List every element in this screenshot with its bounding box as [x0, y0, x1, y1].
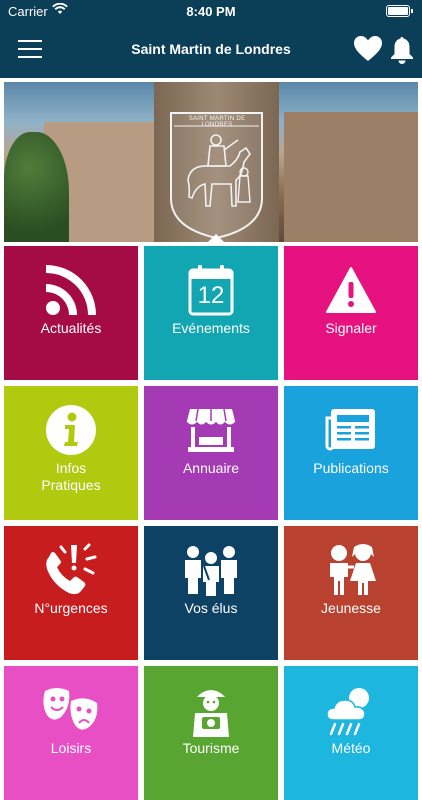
calendar-date-number: 12 [197, 282, 225, 309]
tile-label: Météo [331, 740, 371, 756]
tourist-icon [144, 682, 278, 738]
tile-label: Signaler [325, 320, 377, 336]
battery-icon [386, 5, 413, 17]
kids-icon [284, 542, 418, 598]
tile-vos-elus[interactable]: Vos élus [144, 526, 278, 660]
hero-building [284, 112, 418, 242]
tile-label: Evénements [172, 320, 250, 336]
tile-evenements[interactable]: 12 Evénements [144, 246, 278, 380]
phone-alert-icon [4, 542, 138, 598]
clock: 8:40 PM [186, 4, 236, 19]
warning-icon [284, 262, 418, 318]
tile-label: Infos Pratiques [41, 460, 101, 493]
banner-notch [208, 234, 224, 242]
tile-actualites[interactable]: Actualités [4, 246, 138, 380]
tile-urgences[interactable]: N°urgences [4, 526, 138, 660]
favorites-heart-icon[interactable] [354, 36, 382, 67]
hero-banner: SAINT MARTIN DE LONDRES [4, 82, 418, 242]
tile-tourisme[interactable]: Tourisme [144, 666, 278, 800]
tile-meteo[interactable]: Météo [284, 666, 418, 800]
tile-label: Actualités [40, 320, 102, 336]
theater-masks-icon [4, 682, 138, 738]
tile-infos-pratiques[interactable]: Infos Pratiques [4, 386, 138, 520]
notifications-bell-icon[interactable] [390, 36, 414, 69]
rss-icon [4, 262, 138, 318]
tile-signaler[interactable]: Signaler [284, 246, 418, 380]
app-header: Saint Martin de Londres [0, 22, 422, 78]
newspaper-icon [284, 402, 418, 458]
weather-icon [284, 682, 418, 738]
shop-icon [144, 402, 278, 458]
town-coat-of-arms-logo [170, 112, 263, 240]
hero-tree [4, 132, 69, 242]
status-bar: Carrier 8:40 PM [0, 0, 422, 22]
tile-label: Tourisme [182, 740, 240, 756]
tile-jeunesse[interactable]: Jeunesse [284, 526, 418, 660]
coat-of-arms-text: SAINT MARTIN DE LONDRES [188, 116, 246, 128]
tile-label: N°urgences [34, 600, 108, 616]
tile-label: Vos élus [184, 600, 238, 616]
tile-publications[interactable]: Publications [284, 386, 418, 520]
tile-label: Publications [313, 460, 389, 476]
info-icon [4, 402, 138, 458]
tile-loisirs[interactable]: Loisirs [4, 666, 138, 800]
tile-annuaire[interactable]: Annuaire [144, 386, 278, 520]
tile-label: Annuaire [182, 460, 240, 476]
people-icon [144, 542, 278, 598]
tile-label: Jeunesse [321, 600, 381, 616]
tile-label: Loisirs [50, 740, 92, 756]
